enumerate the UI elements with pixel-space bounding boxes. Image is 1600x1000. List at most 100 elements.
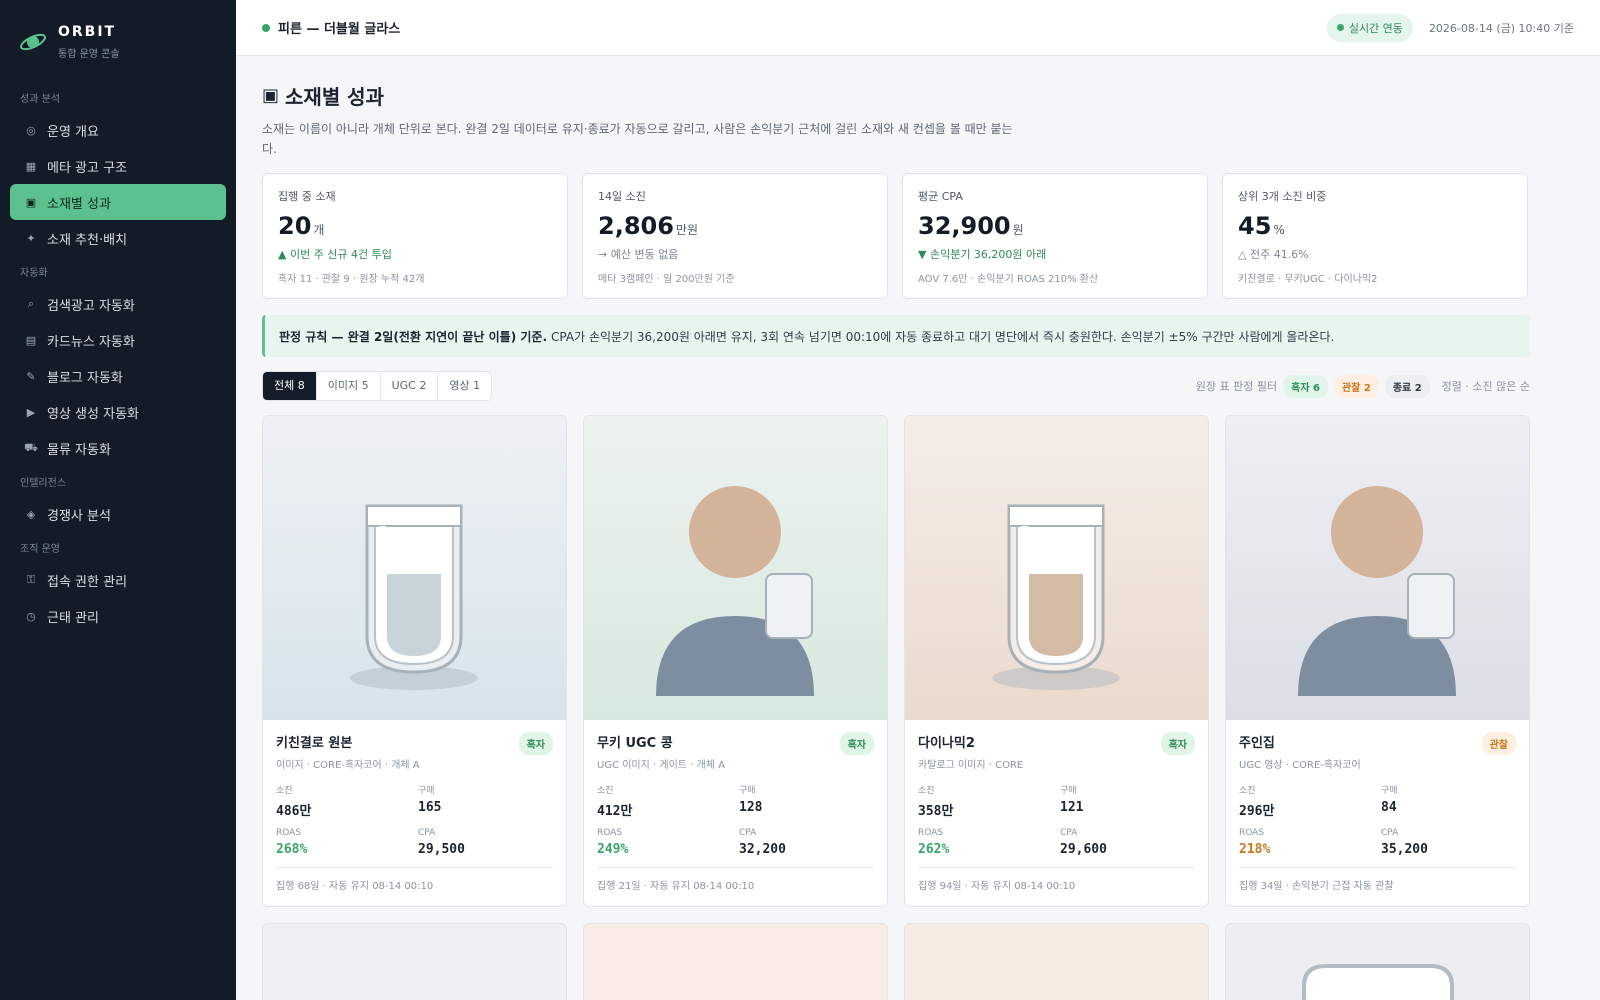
metric-roas-label: ROAS	[918, 828, 944, 838]
sidebar-item[interactable]: ▶ 영상 생성 자동화	[10, 394, 226, 430]
creative-name: 다이나믹2	[918, 736, 975, 751]
creative-card[interactable]	[904, 923, 1209, 1000]
metric-spend-value: 296만	[1239, 804, 1275, 819]
ledger-filter-label: 원장 표 판정 필터	[1195, 380, 1278, 393]
creative-metrics: 소진 486만 구매 165 ROAS 268% CPA 29,500	[276, 783, 553, 857]
metric-spend: 소진 486만	[276, 783, 418, 819]
sidebar-item-label: 운영 개요	[47, 124, 99, 140]
creative-card[interactable]	[262, 923, 567, 1000]
sidebar-item[interactable]: ⛟ 물류 자동화	[10, 430, 226, 466]
kpi-number: 2,806	[598, 212, 674, 240]
sidebar-item-label: 블로그 자동화	[47, 370, 123, 386]
kpi-label: 평균 CPA	[918, 190, 963, 203]
creative-title-block: 다이나믹2 카탈로그 이미지 · CORE	[918, 732, 1023, 771]
metric-roas-value: 268%	[276, 842, 308, 857]
sidebar-item-label: 물류 자동화	[47, 442, 111, 458]
kpi-label: 상위 3개 소진 비중	[1238, 190, 1327, 203]
sidebar-item-label: 경쟁사 분석	[47, 508, 111, 524]
creative-thumbnail[interactable]	[1226, 416, 1529, 720]
pencil-icon: ✎	[26, 369, 36, 383]
live-sync-badge: 실시간 연동	[1326, 13, 1413, 42]
creative-card[interactable]: 다이나믹2 카탈로그 이미지 · CORE 흑자 소진 358만 구매 121 ROAS 262…	[904, 415, 1209, 907]
kpi-value: 20 개	[278, 212, 552, 240]
creative-card-body: 무키 UGC 콩 UGC 이미지 · 게이트 · 개체 A 흑자 소진 412만 구매 12…	[584, 720, 887, 904]
main-content: ▣ 소재별 성과 소재는 이름이 아니라 개체 단위로 본다. 완결 2일 데이…	[262, 56, 1530, 1000]
creative-card-body: 주인집 UGC 영상 · CORE-흑자코어 관찰 소진 296만 구매 84 ROAS 218…	[1226, 720, 1529, 904]
creative-card-header: 다이나믹2 카탈로그 이미지 · CORE 흑자	[918, 732, 1195, 771]
nav-section-label: 자동화	[20, 268, 48, 279]
creative-thumbnail[interactable]	[584, 416, 887, 720]
metric-spend-value: 358만	[918, 804, 954, 819]
kpi-unit: 원	[1012, 223, 1024, 237]
sort-dropdown[interactable]: 정렬 · 소진 많은 순	[1442, 378, 1530, 394]
filter-pill-win[interactable]: 흑자 6	[1283, 374, 1328, 398]
creative-card[interactable]: 주인집 UGC 영상 · CORE-흑자코어 관찰 소진 296만 구매 84 ROAS 218…	[1225, 415, 1530, 907]
creative-card-header: 키친결로 원본 이미지 · CORE-흑자코어 · 개체 A 흑자	[276, 732, 553, 771]
creative-thumbnail[interactable]	[263, 416, 566, 720]
sidebar-item[interactable]: ◷ 근태 관리	[10, 598, 226, 634]
sidebar-item-label: 소재별 성과	[47, 196, 111, 212]
kpi-label: 집행 중 소재	[278, 190, 336, 203]
type-filter-tabs: 전체 8 이미지 5 UGC 2 영상 1	[262, 371, 493, 401]
creative-thumbnail[interactable]	[905, 416, 1208, 720]
kpi-value: 45%	[1238, 212, 1512, 240]
sidebar-item[interactable]: ◈ 경쟁사 분석	[10, 496, 226, 532]
creative-card[interactable]	[1225, 923, 1530, 1000]
kpi-value: 2,806 만원	[598, 212, 872, 240]
sidebar-item-label: 영상 생성 자동화	[47, 406, 139, 422]
sidebar-item[interactable]: ◎ 운영 개요	[10, 112, 226, 148]
metric-purchases-label: 구매	[418, 786, 435, 796]
metric-purchases: 구매 165	[418, 783, 560, 819]
metric-purchases: 구매 128	[739, 783, 881, 819]
filter-tab[interactable]: UGC 2	[381, 372, 439, 400]
sidebar-item-label: 카드뉴스 자동화	[47, 334, 135, 350]
filter-tab[interactable]: 전체 8	[263, 372, 317, 400]
status-badge: 관찰	[1481, 732, 1516, 755]
sidebar-item[interactable]: ⚿ 접속 권한 관리	[10, 562, 226, 598]
sidebar-item[interactable]: ⌕ 검색광고 자동화	[10, 286, 226, 322]
sidebar-item[interactable]: ✦ 소재 추천·배치	[10, 220, 226, 256]
cards-icon: ▤	[25, 333, 37, 347]
metric-cpa-label: CPA	[739, 828, 757, 838]
creative-card[interactable]: 무키 UGC 콩 UGC 이미지 · 게이트 · 개체 A 흑자 소진 412만 구매 12…	[583, 415, 888, 907]
ring-icon: ◎	[26, 123, 36, 137]
brand[interactable]: ORBIT 통합 운영 콘솔	[0, 0, 236, 84]
filter-tab[interactable]: 영상 1	[438, 372, 491, 400]
filter-pill-ended[interactable]: 종료 2	[1384, 374, 1430, 398]
kpi-unit: 개	[313, 223, 325, 237]
kpi-delta: → 예산 변동 없음	[598, 248, 679, 261]
nav-section-label: 성과 분석	[20, 94, 60, 105]
kpi-number: 45	[1238, 212, 1272, 240]
metric-cpa-value: 29,500	[418, 842, 465, 857]
sidebar-item[interactable]: ▣ 소재별 성과	[10, 184, 226, 220]
creative-card-header: 주인집 UGC 영상 · CORE-흑자코어 관찰	[1239, 732, 1516, 771]
kpi-unit: %	[1273, 223, 1285, 237]
metric-purchases-label: 구매	[1060, 786, 1077, 796]
ledger-filter: 원장 표 판정 필터 흑자 6 관찰 2 종료 2 정렬 · 소진 많은 순	[1195, 374, 1530, 398]
filter-pill-watch[interactable]: 관찰 2	[1333, 374, 1379, 398]
sidebar-item[interactable]: ✎ 블로그 자동화	[10, 358, 226, 394]
creative-card[interactable]	[583, 923, 888, 1000]
filter-tab[interactable]: 이미지 5	[317, 372, 381, 400]
sidebar-item-label: 근태 관리	[47, 610, 99, 626]
metric-purchases-label: 구매	[1381, 786, 1398, 796]
status-badge: 흑자	[839, 732, 874, 755]
creative-meta: UGC 영상 · CORE-흑자코어	[1239, 760, 1361, 771]
sidebar-item[interactable]: ▤ 카드뉴스 자동화	[10, 322, 226, 358]
sidebar-item-label: 메타 광고 구조	[47, 160, 128, 176]
creative-metrics: 소진 412만 구매 128 ROAS 249% CPA 32,200	[597, 783, 874, 857]
sidebar: ORBIT 통합 운영 콘솔 성과 분석 ◎ 운영 개요 ▦ 메타 광고 구조 ▣ 소재별 …	[0, 0, 236, 1000]
creative-grid-row-2	[262, 923, 1530, 1000]
sidebar-item[interactable]: ▦ 메타 광고 구조	[10, 148, 226, 184]
metric-purchases-value: 165	[418, 800, 442, 815]
person-illustration	[1226, 416, 1529, 720]
creative-footnote: 집행 94일 · 자동 유지 08-14 00:10	[918, 867, 1195, 892]
sidebar-item-label: 접속 권한 관리	[47, 574, 128, 590]
kpi-footnote: 메타 3캠페인 · 일 200만원 기준	[598, 274, 735, 285]
sidebar-item-label: 검색광고 자동화	[47, 298, 135, 314]
creative-footnote: 집행 34일 · 손익분기 근접 자동 관찰	[1239, 867, 1516, 892]
store-name[interactable]: 피른 — 더블월 글라스	[278, 18, 400, 37]
sidebar-item-label: 소재 추천·배치	[47, 232, 128, 248]
creative-card[interactable]: 키친결로 원본 이미지 · CORE-흑자코어 · 개체 A 흑자소진 486만 구매 1…	[262, 415, 567, 907]
creative-meta: 카탈로그 이미지 · CORE	[918, 760, 1024, 771]
